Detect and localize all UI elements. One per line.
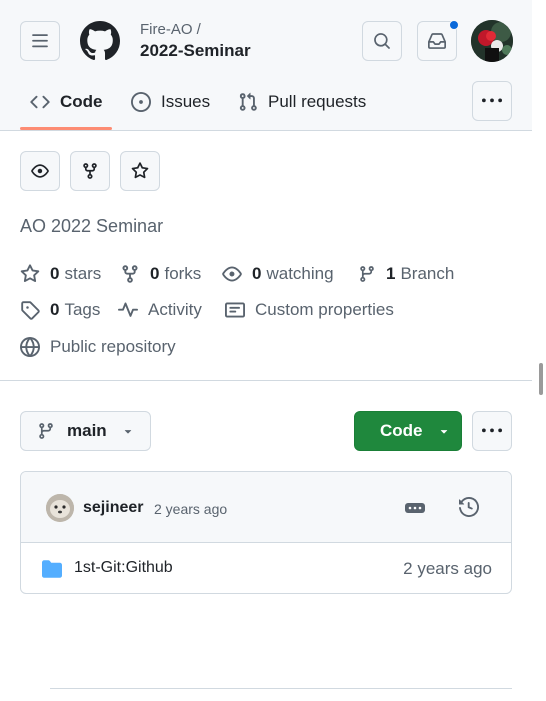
git-pull-request-icon (239, 92, 257, 111)
branch-name: main (67, 421, 107, 440)
eye-icon (222, 266, 242, 282)
forks-count: 0 (150, 264, 160, 283)
tab-code[interactable]: Code (30, 88, 103, 116)
repo-description: AO 2022 Seminar (20, 216, 164, 236)
list-item[interactable]: 1st-Git:Github 2 years ago (21, 544, 511, 593)
star-icon (131, 162, 149, 179)
menu-button[interactable] (20, 21, 60, 61)
code-icon (30, 95, 50, 109)
repo-owner-link[interactable]: Fire-AO / (140, 21, 201, 38)
fork-button[interactable] (70, 151, 110, 191)
triangle-down-icon (124, 430, 131, 434)
file-name-link[interactable]: 1st-Git:Github (74, 559, 173, 577)
code-dropdown-button[interactable]: Code (354, 411, 462, 451)
tags-link[interactable]: 0 Tags (20, 300, 100, 320)
commit-author-link[interactable]: sejineer (83, 499, 143, 517)
repo-forked-icon (122, 265, 138, 283)
stars-link[interactable]: 0 stars (20, 264, 101, 284)
commit-message-toggle[interactable] (404, 500, 426, 516)
hamburger-icon (32, 34, 48, 48)
search-icon (374, 33, 390, 49)
history-icon (459, 497, 479, 517)
repo-header: Fire-AO / 2022-Seminar Code Issues Pull … (0, 0, 532, 131)
more-options-button[interactable] (472, 411, 512, 451)
section-divider (50, 688, 512, 689)
watching-label: watching (266, 264, 334, 283)
tab-pull-requests[interactable]: Pull requests (238, 88, 366, 116)
file-list: sejineer 2 years ago 1st-Git:Github 2 ye… (20, 471, 512, 594)
repo-name-link[interactable]: 2022-Seminar (140, 41, 251, 61)
issue-opened-icon (131, 92, 151, 112)
forks-link[interactable]: 0 forks (120, 264, 201, 284)
stars-count: 0 (50, 264, 60, 283)
custom-properties-link[interactable]: Custom properties (225, 300, 394, 320)
stars-label: stars (64, 264, 102, 283)
inbox-icon (428, 33, 446, 49)
kebab-horizontal-icon (482, 428, 502, 433)
activity-label: Activity (148, 300, 202, 319)
tags-label: Tags (64, 300, 101, 319)
commit-history-button[interactable] (459, 497, 479, 517)
pulse-icon (118, 302, 138, 317)
tags-count: 0 (50, 300, 60, 319)
watchers-link[interactable]: 0 watching (222, 264, 334, 284)
branch-label: Branch (400, 264, 455, 283)
latest-commit-bar: sejineer 2 years ago (21, 472, 511, 543)
star-button[interactable] (120, 151, 160, 191)
repo-forked-icon (83, 163, 97, 179)
tab-selected-underline (20, 127, 112, 130)
branch-select-button[interactable]: main (20, 411, 151, 451)
section-divider (0, 380, 532, 381)
tag-icon (21, 301, 40, 320)
triangle-down-icon (440, 430, 447, 434)
globe-icon (20, 337, 40, 357)
watching-count: 0 (252, 264, 262, 283)
kebab-horizontal-icon (482, 98, 502, 103)
public-repository-label: Public repository (20, 337, 176, 357)
eye-icon (31, 164, 49, 178)
user-avatar[interactable] (471, 20, 513, 62)
github-logo-icon[interactable] (80, 21, 120, 61)
custom-properties-label: Custom properties (255, 300, 394, 319)
scrollbar-thumb[interactable] (539, 363, 543, 395)
git-branch-icon (360, 266, 374, 282)
note-icon (225, 302, 245, 318)
commit-time: 2 years ago (154, 501, 228, 517)
branches-link[interactable]: 1 Branch (358, 264, 454, 284)
ellipsis-icon (405, 503, 425, 513)
commit-author-avatar[interactable] (46, 494, 74, 522)
forks-label: forks (164, 264, 202, 283)
search-button[interactable] (362, 21, 402, 61)
notification-indicator-dot (449, 20, 459, 30)
git-branch-icon (39, 423, 53, 439)
tab-code-label: Code (60, 92, 103, 111)
tab-pull-requests-label: Pull requests (268, 92, 367, 111)
visibility-label: Public repository (50, 337, 176, 356)
tab-issues-label: Issues (161, 92, 211, 111)
star-icon (20, 264, 40, 283)
folder-icon (42, 560, 62, 578)
tab-issues[interactable]: Issues (131, 88, 210, 116)
more-tabs-button[interactable] (472, 81, 512, 121)
watch-button[interactable] (20, 151, 60, 191)
activity-link[interactable]: Activity (118, 300, 202, 320)
code-button-label: Code (380, 421, 423, 440)
branch-count: 1 (386, 264, 396, 283)
file-commit-time: 2 years ago (403, 559, 492, 578)
